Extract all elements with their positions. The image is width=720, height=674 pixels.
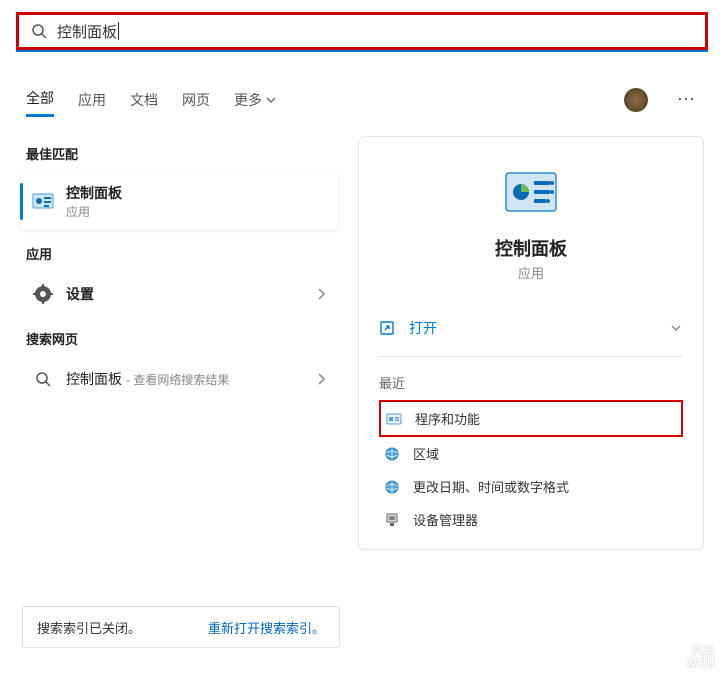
- programs-icon: [385, 410, 403, 428]
- divider: [379, 356, 683, 357]
- result-web-search[interactable]: 控制面板 - 查看网络搜索结果: [20, 358, 338, 400]
- recent-programs-features[interactable]: 程序和功能: [379, 400, 683, 437]
- recent-label: 最近: [379, 373, 683, 392]
- tab-more[interactable]: 更多: [234, 84, 276, 116]
- search-focus-underline: [16, 50, 708, 52]
- tab-all[interactable]: 全部: [26, 82, 54, 117]
- result-settings[interactable]: 设置: [20, 273, 338, 315]
- recent-date-time-format[interactable]: 更改日期、时间或数字格式: [379, 470, 683, 503]
- control-panel-large-icon: [503, 165, 559, 221]
- globe-icon: [383, 478, 401, 496]
- result-hint: - 查看网络搜索结果: [126, 371, 229, 388]
- result-title: 设置: [66, 284, 94, 304]
- results-left-column: 最佳匹配 控制面板 应用 应用 设置 搜索网页 控制面板 - 查看网络搜索结果: [20, 130, 338, 400]
- search-icon: [32, 368, 54, 390]
- section-apps: 应用: [26, 244, 338, 263]
- recent-item-label: 设备管理器: [413, 510, 478, 529]
- preview-title: 控制面板: [495, 235, 567, 261]
- recent-region[interactable]: 区域: [379, 437, 683, 470]
- chevron-down-icon: [266, 95, 276, 105]
- filter-tabs: 全部 应用 文档 网页 更多 ⋯: [26, 82, 700, 117]
- tab-more-label: 更多: [234, 90, 262, 110]
- tab-web[interactable]: 网页: [182, 84, 210, 116]
- result-subtitle: 应用: [66, 203, 122, 220]
- gear-icon: [32, 283, 54, 305]
- preview-panel: 控制面板 应用 打开 最近 程序和功能 区域 更改日期、时间或数字格式 设备管理…: [358, 136, 704, 550]
- globe-icon: [383, 445, 401, 463]
- control-panel-icon: [32, 191, 54, 213]
- recent-device-manager[interactable]: 设备管理器: [379, 503, 683, 536]
- device-icon: [383, 511, 401, 529]
- chevron-right-icon: [316, 288, 326, 300]
- search-bar[interactable]: 控制面板: [16, 12, 708, 50]
- recent-item-label: 区域: [413, 444, 439, 463]
- tab-documents[interactable]: 文档: [130, 84, 158, 116]
- watermark: 新浪 众测: [686, 644, 714, 668]
- result-title: 控制面板: [66, 183, 122, 203]
- chevron-right-icon: [316, 373, 326, 385]
- tab-apps[interactable]: 应用: [78, 84, 106, 116]
- result-title: 控制面板: [66, 369, 122, 389]
- open-action[interactable]: 打开: [379, 310, 683, 346]
- avatar[interactable]: [624, 88, 648, 112]
- section-web: 搜索网页: [26, 329, 338, 348]
- recent-item-label: 程序和功能: [415, 409, 480, 428]
- chevron-down-icon[interactable]: [669, 321, 683, 335]
- recent-item-label: 更改日期、时间或数字格式: [413, 477, 569, 496]
- result-control-panel[interactable]: 控制面板 应用: [20, 173, 338, 230]
- open-label: 打开: [409, 318, 437, 338]
- open-icon: [379, 320, 395, 336]
- reopen-index-link[interactable]: 重新打开搜索索引。: [208, 618, 325, 637]
- index-status-text: 搜索索引已关闭。: [37, 618, 141, 637]
- more-menu-button[interactable]: ⋯: [672, 88, 700, 112]
- section-best-match: 最佳匹配: [26, 144, 338, 163]
- index-status-bar: 搜索索引已关闭。 重新打开搜索索引。: [22, 606, 340, 648]
- preview-subtitle: 应用: [518, 263, 544, 282]
